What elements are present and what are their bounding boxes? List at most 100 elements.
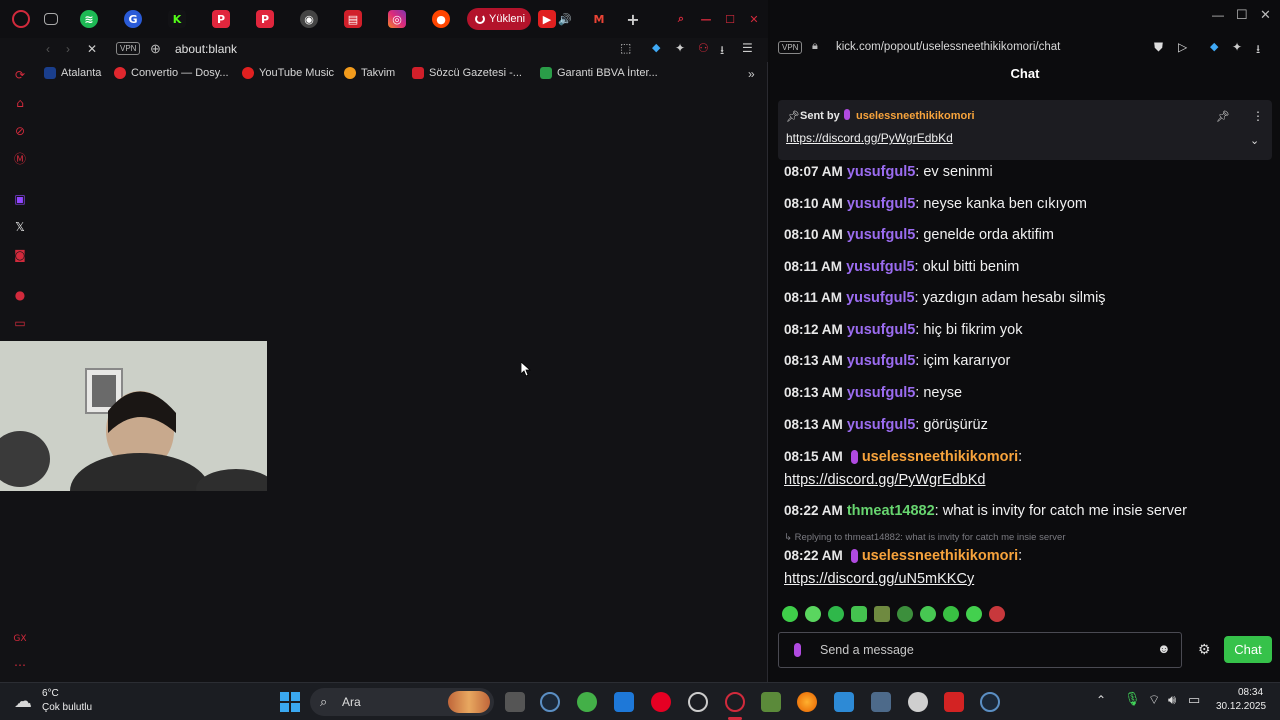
pinterest-icon[interactable] [651,692,671,712]
emoji-picker-icon[interactable]: ☻ [1157,641,1171,656]
snapshot-icon[interactable]: ⬚ [620,41,631,55]
speaker-icon[interactable]: 🔊 [556,10,574,28]
download-icon[interactable]: ⭳ [1256,40,1260,61]
firefox-icon[interactable] [797,692,817,712]
mic-tray-icon[interactable]: 🎙︎ [1124,691,1141,707]
diamond-icon[interactable]: ◆ [1210,40,1218,53]
emote-icon[interactable] [851,606,867,622]
message-username[interactable]: yusufgul5 [846,259,914,275]
youtube-tab-icon[interactable]: ▶ [538,10,556,28]
battery-icon[interactable]: ▭ [1188,692,1200,708]
back-icon[interactable]: ‹ [46,42,50,56]
tray-chevron-icon[interactable]: ⌃ [1096,693,1106,707]
opera-gx-icon[interactable] [725,692,745,712]
patreon-tab-icon[interactable]: P [212,10,230,28]
taskbar-search[interactable]: ⌕ Ara [310,688,494,716]
menu-icon[interactable]: ☰ [742,41,753,55]
clock-time[interactable]: 08:34 [1238,687,1263,698]
more-icon[interactable]: ⋯ [13,658,27,672]
chat-message-input[interactable]: Send a message ☻ [778,632,1182,668]
window-close-icon[interactable]: ✕ [1260,7,1271,23]
ai-icon[interactable]: ⟳ [13,68,27,82]
chat-app-icon[interactable] [908,692,928,712]
clock-date[interactable]: 30.12.2025 [1216,701,1266,712]
app-icon[interactable]: ◙ [13,248,27,262]
x-icon[interactable]: 𝕏 [13,220,27,234]
vpn-badge[interactable]: VPN [778,41,803,54]
reddit-tab-icon[interactable]: ● [432,10,450,28]
message-username[interactable]: yusufgul5 [847,385,915,401]
new-tab-icon[interactable]: + [624,10,642,29]
steam-icon-2[interactable] [980,692,1000,712]
folder-icon[interactable]: ▭ [13,316,27,330]
google-tab-icon[interactable]: G [124,10,142,28]
twitch-icon[interactable]: ▣ [13,192,27,206]
discord-app-icon[interactable] [577,692,597,712]
shield-icon[interactable]: ⛊ [1154,40,1163,55]
weather-widget[interactable]: ☁ 6°C Çok bulutlu [14,688,104,716]
emote-icon[interactable] [966,606,982,622]
minecraft-icon[interactable] [761,692,781,712]
instagram-tab-icon[interactable]: ◎ [388,10,406,28]
window-minimize-icon[interactable]: — [1212,8,1224,22]
emote-icon[interactable] [897,606,913,622]
bookmark-sozcu[interactable]: Sözcü Gazetesi -... [412,67,522,79]
bookmark-atalanta[interactable]: Atalanta [44,67,101,79]
extensions-icon[interactable]: ✦ [1232,40,1242,54]
m-icon[interactable]: Ⓜ [13,152,27,166]
close-icon[interactable]: ✕ [745,10,763,28]
emote-icon[interactable] [805,606,821,622]
message-link[interactable]: https://discord.gg/uN5mKKCy [784,569,974,589]
download-icon[interactable]: ⭳ [720,41,724,62]
message-username[interactable]: yusufgul5 [847,417,915,433]
task-view-icon[interactable] [505,692,525,712]
mail-icon[interactable] [614,692,634,712]
emote-icon[interactable] [989,606,1005,622]
account-icon[interactable]: ⚇ [698,41,709,55]
pinboard-icon[interactable]: ⌂ [13,96,27,110]
message-username[interactable]: yusufgul5 [846,290,914,306]
news-tab-icon[interactable]: ▤ [344,10,362,28]
workspaces-icon[interactable] [44,13,58,25]
pdf-icon[interactable] [944,692,964,712]
search-tabs-icon[interactable]: ⌕ [672,10,690,28]
wifi-icon[interactable]: ⌔ [1148,692,1160,708]
kick-tab-icon[interactable]: K [168,10,186,28]
more-bookmarks-icon[interactable]: » [748,67,755,81]
emote-icon[interactable] [828,606,844,622]
send-chat-button[interactable]: Chat [1224,636,1272,663]
message-link[interactable]: https://discord.gg/PyWgrEdbKd [784,470,986,490]
stop-loading-icon[interactable]: ✕ [87,42,97,56]
settings-gear-icon[interactable]: ⚙ [1198,641,1211,658]
message-username[interactable]: yusufgul5 [847,164,915,180]
spotify-side-icon[interactable]: ● [13,288,27,302]
more-options-icon[interactable]: ⋮ [1252,109,1264,123]
unpin-icon[interactable]: 📌︎ [1216,110,1230,123]
play-icon[interactable]: ▷ [1178,40,1187,54]
windows-start-icon[interactable] [280,692,300,712]
bookmark-takvim[interactable]: Takvim [344,67,395,79]
volume-icon[interactable]: 🔊︎ [1168,692,1176,708]
emote-icon[interactable] [782,606,798,622]
emote-icon[interactable] [920,606,936,622]
site-tab-icon[interactable]: ◉ [300,10,318,28]
app-badge-icon[interactable] [688,692,708,712]
active-loading-tab[interactable]: Yükleni [467,8,531,30]
opera-logo-icon[interactable] [12,10,30,28]
gx-icon[interactable]: GX [13,632,27,646]
message-username[interactable]: yusufgul5 [847,196,915,212]
message-username[interactable]: yusufgul5 [847,322,915,338]
emote-icon[interactable] [943,606,959,622]
extensions-icon[interactable]: ✦ [675,41,685,55]
notepad-icon[interactable] [834,692,854,712]
gmail-tab-icon[interactable]: M [590,10,608,28]
pinned-link[interactable]: https://discord.gg/PyWgrEdbKd [786,131,953,145]
address-input[interactable]: about:blank [175,42,237,56]
vpn-badge[interactable]: VPN [116,42,141,55]
patreon-tab-icon-2[interactable]: P [256,10,274,28]
bookmark-garanti[interactable]: Garanti BBVA İnter... [540,67,658,79]
maximize-icon[interactable]: ☐ [721,10,739,28]
window-maximize-icon[interactable]: ☐ [1236,7,1248,23]
message-username[interactable]: uselessneethikikomori [862,548,1018,564]
message-username[interactable]: yusufgul5 [847,353,915,369]
